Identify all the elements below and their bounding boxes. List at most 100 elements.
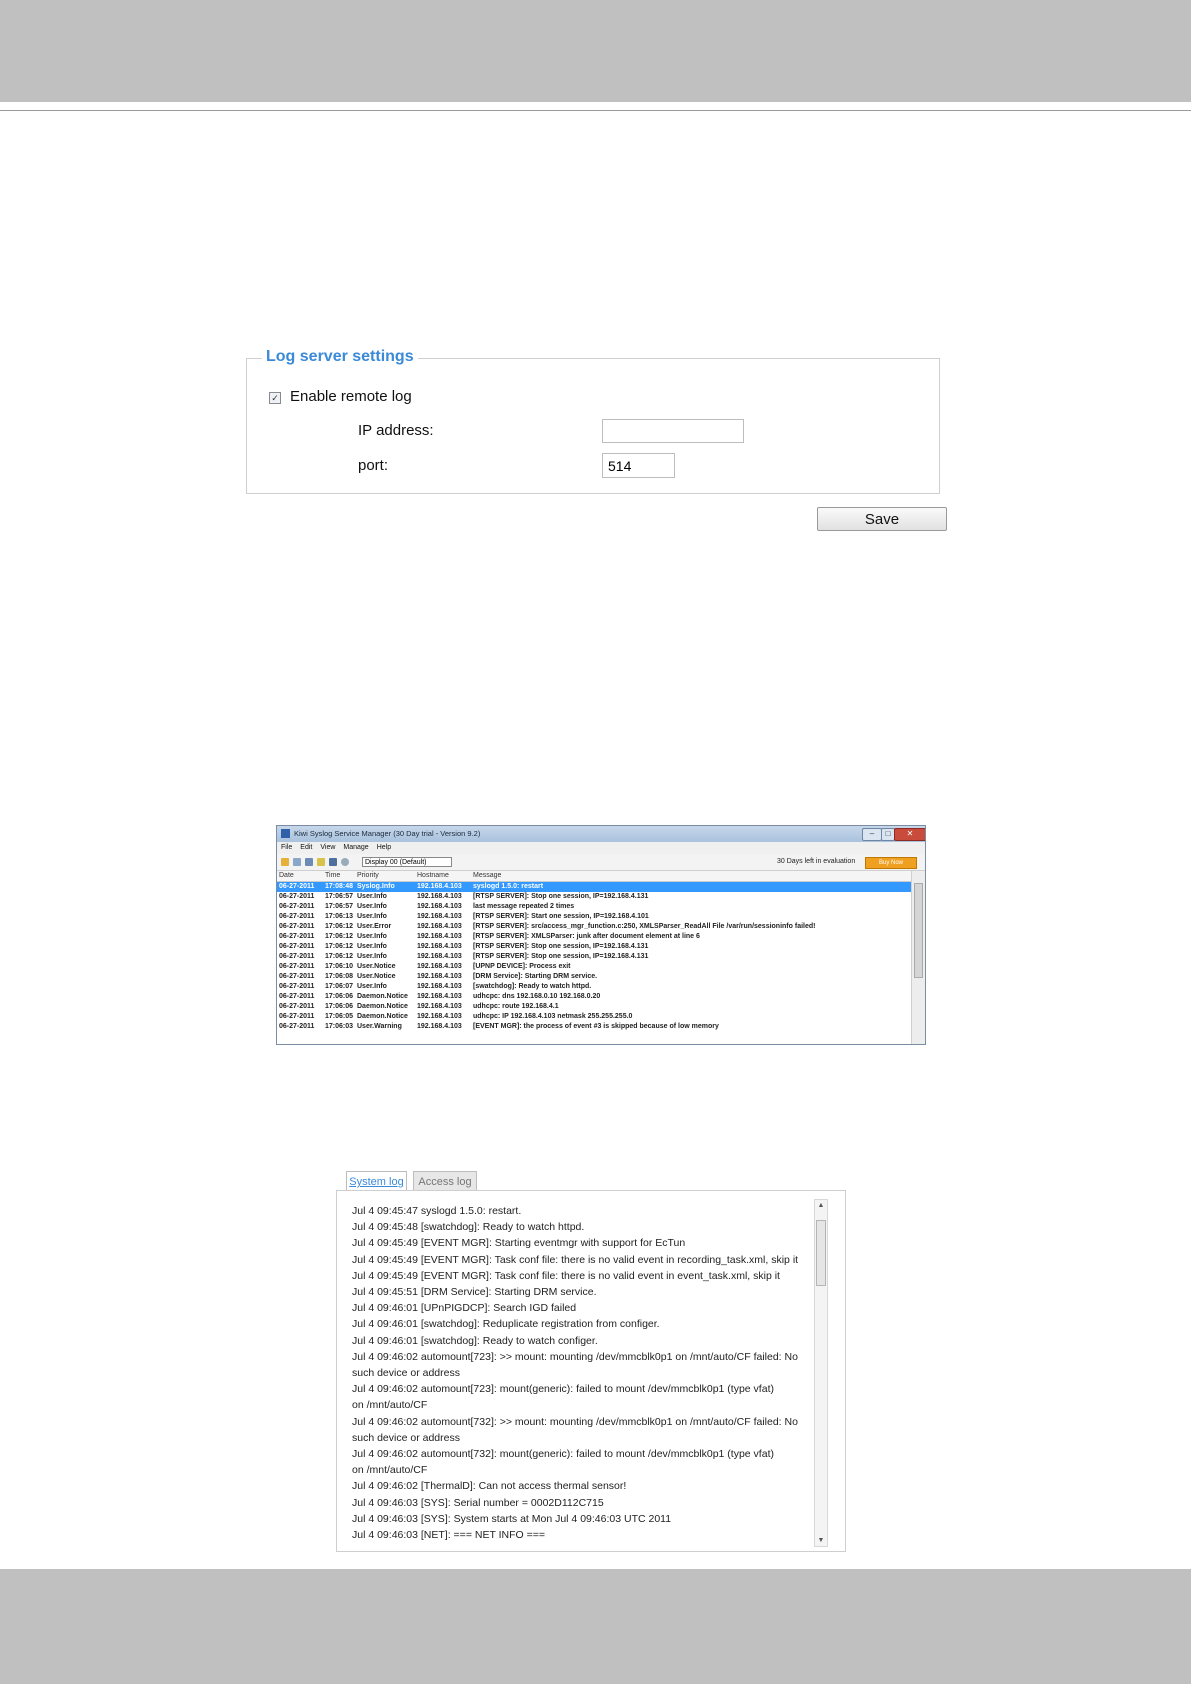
table-row[interactable]: 06-27-2011 17:06:06 Daemon.Notice 192.168.4… — [277, 992, 911, 1002]
cell-message: [UPNP DEVICE]: Process exit — [473, 963, 571, 970]
scroll-thumb[interactable] — [816, 1220, 826, 1286]
properties-icon[interactable] — [329, 858, 337, 866]
cell-time: 17:06:57 — [325, 903, 354, 910]
column-header-message[interactable]: Message — [473, 871, 903, 881]
log-line: Jul 4 09:46:03 [SYS]: Serial number = 00… — [352, 1496, 604, 1509]
cell-time: 17:06:13 — [325, 913, 354, 920]
cell-message: [RTSP SERVER]: Stop one session, IP=192.… — [473, 953, 649, 960]
syslog-window-titlebar: Kiwi Syslog Service Manager (30 Day tria… — [277, 826, 925, 842]
log-line: Jul 4 09:45:47 syslogd 1.5.0: restart. — [352, 1205, 522, 1217]
log-line: Jul 4 09:45:48 [swatchdog]: Ready to wat… — [352, 1221, 585, 1234]
log-line: Jul 4 09:46:01 [swatchdog]: Reduplicate … — [352, 1318, 660, 1331]
cell-message: [swatchdog]: Ready to watch httpd. — [473, 983, 592, 990]
table-row[interactable]: 06-27-2011 17:06:05 Daemon.Notice 192.168.4… — [277, 1012, 911, 1022]
save-button[interactable]: Save — [817, 507, 947, 531]
log-line: Jul 4 09:46:03 [NET]: === NET INFO === — [352, 1529, 545, 1542]
cell-date: 06-27-2011 — [279, 1003, 315, 1010]
cell-priority: User.Info — [357, 943, 387, 950]
table-row[interactable]: 06-27-2011 17:06:12 User.Info 192.168.4.103… — [277, 942, 911, 952]
column-header-date[interactable]: Date — [279, 871, 323, 881]
cell-priority: User.Info — [357, 983, 387, 990]
log-line: Jul 4 09:46:01 [swatchdog]: Ready to wat… — [352, 1334, 598, 1347]
display-select[interactable]: Display 00 (Default) — [362, 857, 452, 867]
log-server-settings-title: Log server settings — [262, 348, 418, 366]
copy-icon[interactable] — [293, 858, 301, 866]
app-icon — [281, 829, 290, 838]
enable-remote-log-checkbox[interactable]: ✓ — [269, 392, 281, 404]
menu-manage[interactable]: Manage — [343, 844, 368, 851]
system-log-scrollbar[interactable]: ▲ ▼ — [814, 1199, 828, 1547]
column-header-priority[interactable]: Priority — [357, 871, 415, 881]
log-line: Jul 4 09:46:01 [UPnPIGDCP]: Search IGD f… — [352, 1302, 577, 1315]
table-row[interactable]: 06-27-2011 17:06:57 User.Info 192.168.4.103… — [277, 892, 911, 902]
log-line: Jul 4 09:46:02 automount[723]: >> mount:… — [352, 1350, 798, 1363]
ip-address-input[interactable] — [602, 419, 744, 443]
cell-hostname: 192.168.4.103 — [417, 913, 462, 920]
table-row[interactable]: 06-27-2011 17:06:06 Daemon.Notice 192.168.4… — [277, 1002, 911, 1012]
cell-date: 06-27-2011 — [279, 893, 315, 900]
cell-date: 06-27-2011 — [279, 1023, 315, 1030]
cell-hostname: 192.168.4.103 — [417, 1023, 462, 1030]
scroll-thumb[interactable] — [914, 883, 923, 978]
cell-date: 06-27-2011 — [279, 993, 315, 1000]
column-header-time[interactable]: Time — [325, 871, 355, 881]
log-line: Jul 4 09:45:49 [EVENT MGR]: Task conf fi… — [352, 1269, 780, 1282]
system-log-panel: Jul 4 09:45:47 syslogd 1.5.0: restart. Ju… — [336, 1190, 846, 1552]
cell-date: 06-27-2011 — [279, 1013, 315, 1020]
cell-priority: User.Notice — [357, 963, 396, 970]
menu-edit[interactable]: Edit — [300, 844, 312, 851]
table-row[interactable]: 06-27-2011 17:06:10 User.Notice 192.168.4.1… — [277, 962, 911, 972]
alert-icon[interactable] — [317, 858, 325, 866]
cell-priority: Syslog.Info — [357, 883, 395, 890]
table-row[interactable]: 06-27-2011 17:06:03 User.Warning 192.168.4.… — [277, 1022, 911, 1032]
cell-priority: User.Info — [357, 893, 387, 900]
cell-hostname: 192.168.4.103 — [417, 923, 462, 930]
syslog-scrollbar[interactable] — [911, 871, 925, 1044]
cell-date: 06-27-2011 — [279, 903, 315, 910]
scroll-up-icon[interactable]: ▲ — [815, 1202, 827, 1209]
table-row[interactable]: 06-27-2011 17:06:57 User.Info 192.168.4.103… — [277, 902, 911, 912]
cell-message: [RTSP SERVER]: XMLSParser: junk after do… — [473, 933, 700, 940]
buy-now-button[interactable]: Buy Now — [865, 857, 917, 869]
table-row[interactable]: 06-27-2011 17:06:12 User.Error 192.168.4.10… — [277, 922, 911, 932]
menu-file[interactable]: File — [281, 844, 292, 851]
log-line: such device or address — [352, 1367, 460, 1380]
cell-time: 17:06:08 — [325, 973, 354, 980]
cell-hostname: 192.168.4.103 — [417, 933, 462, 940]
menu-view[interactable]: View — [320, 844, 335, 851]
page-header-band — [0, 0, 1191, 102]
table-row[interactable]: 06-27-2011 17:06:13 User.Info 192.168.4.103… — [277, 912, 911, 922]
column-header-hostname[interactable]: Hostname — [417, 871, 469, 881]
refresh-icon[interactable] — [341, 858, 349, 866]
maximize-icon[interactable]: □ — [881, 828, 895, 841]
port-input[interactable] — [602, 453, 675, 478]
syslog-window-title: Kiwi Syslog Service Manager (30 Day tria… — [294, 829, 481, 838]
tab-access-log[interactable]: Access log — [413, 1171, 477, 1191]
grid-header-row: Date Time Priority Hostname Message — [277, 871, 911, 882]
menu-help[interactable]: Help — [377, 844, 391, 851]
clear-display-icon[interactable] — [281, 858, 289, 866]
header-divider — [0, 110, 1191, 111]
cell-date: 06-27-2011 — [279, 923, 315, 930]
minimize-icon[interactable]: – — [862, 828, 882, 841]
tab-system-log[interactable]: System log — [346, 1171, 407, 1191]
cell-time: 17:08:48 — [325, 883, 354, 890]
view-icon[interactable] — [305, 858, 313, 866]
table-row[interactable]: 06-27-2011 17:08:48 Syslog.Info 192.168.4.1… — [277, 882, 911, 892]
cell-priority: User.Warning — [357, 1023, 402, 1030]
evaluation-days-text: 30 Days left in evaluation — [777, 858, 856, 865]
table-row[interactable]: 06-27-2011 17:06:08 User.Notice 192.168.4.1… — [277, 972, 911, 982]
table-row[interactable]: 06-27-2011 17:06:12 User.Info 192.168.4.103… — [277, 932, 911, 942]
table-row[interactable]: 06-27-2011 17:06:12 User.Info 192.168.4.103… — [277, 952, 911, 962]
cell-time: 17:06:12 — [325, 933, 354, 940]
table-row[interactable]: 06-27-2011 17:06:07 User.Info 192.168.4.103… — [277, 982, 911, 992]
cell-message: [RTSP SERVER]: Stop one session, IP=192.… — [473, 943, 649, 950]
cell-priority: Daemon.Notice — [357, 1013, 408, 1020]
cell-hostname: 192.168.4.103 — [417, 973, 462, 980]
cell-priority: User.Error — [357, 923, 392, 930]
cell-date: 06-27-2011 — [279, 883, 315, 890]
close-icon[interactable]: ✕ — [894, 828, 925, 841]
cell-hostname: 192.168.4.103 — [417, 1003, 462, 1010]
scroll-down-icon[interactable]: ▼ — [815, 1537, 827, 1544]
cell-message: [RTSP SERVER]: Start one session, IP=192… — [473, 913, 649, 920]
